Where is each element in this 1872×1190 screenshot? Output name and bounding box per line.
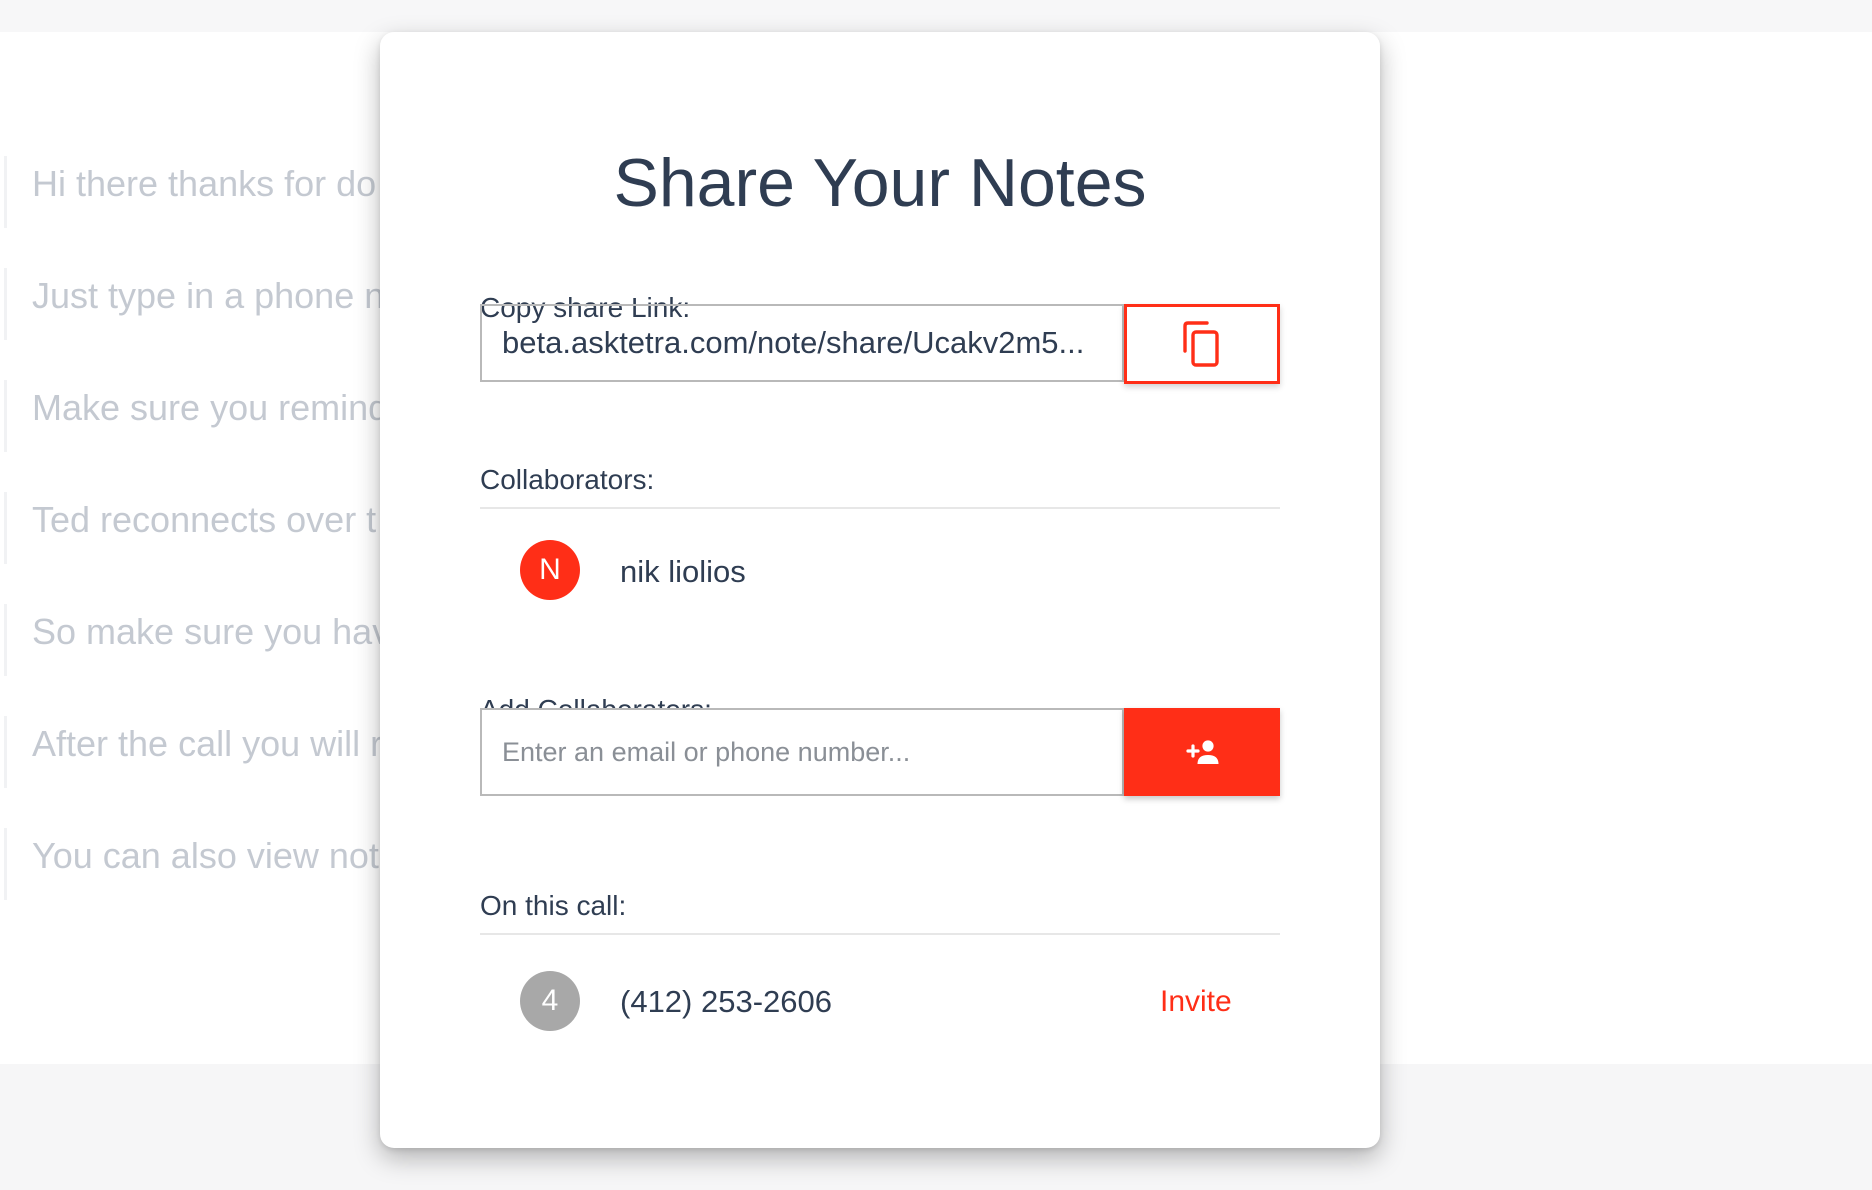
copy-link-button[interactable]: [1124, 304, 1280, 384]
top-bar-background: [0, 0, 1872, 32]
on-this-call-label: On this call:: [480, 890, 627, 921]
add-person-icon: [1186, 740, 1219, 764]
collaborator-avatar: N: [520, 540, 580, 600]
add-collaborator-button[interactable]: [1124, 708, 1280, 796]
collaborator-name: nik liolios: [620, 554, 746, 589]
on-this-call-divider: [480, 933, 1280, 935]
share-notes-modal: Share Your Notes Copy share Link: beta.a…: [380, 32, 1380, 1148]
caller-avatar: 4: [520, 971, 580, 1031]
collaborators-divider: [480, 507, 1280, 509]
copy-icon: [1183, 321, 1219, 367]
add-collaborator-input[interactable]: [480, 708, 1124, 796]
modal-title: Share Your Notes: [613, 145, 1147, 221]
collaborators-label: Collaborators:: [480, 464, 655, 495]
invite-button[interactable]: Invite: [1160, 982, 1232, 1022]
share-link-field[interactable]: beta.asktetra.com/note/share/Ucakv2m5...: [480, 304, 1124, 382]
caller-number: (412) 253-2606: [620, 984, 832, 1019]
